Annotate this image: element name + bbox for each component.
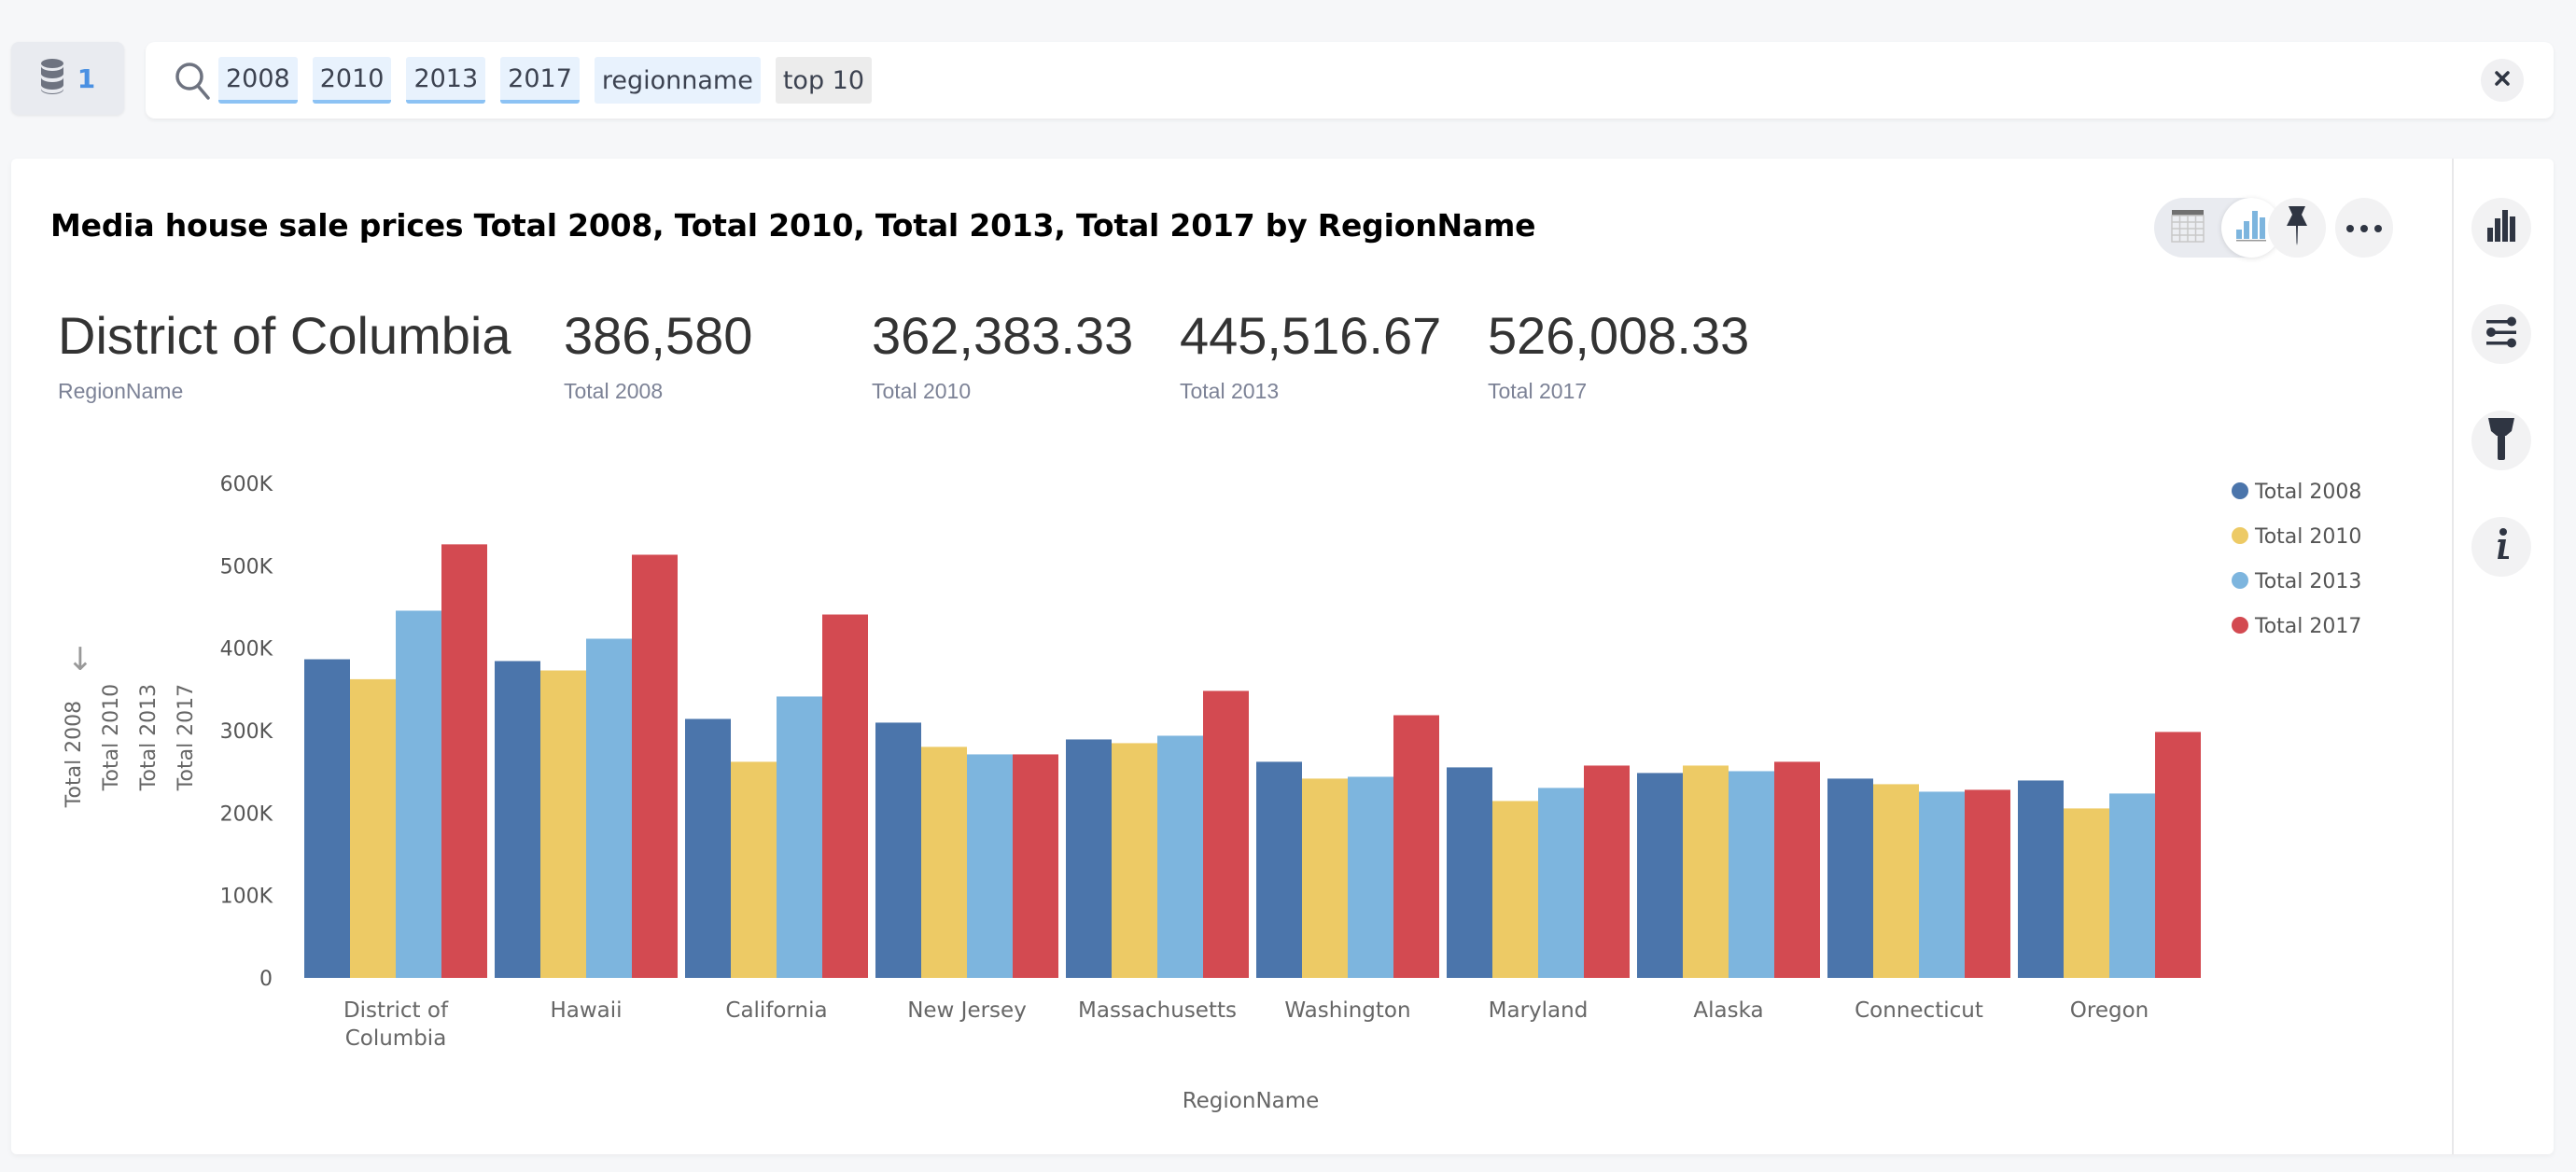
bar	[1965, 789, 2010, 978]
bar	[921, 746, 967, 978]
bar	[2109, 793, 2155, 978]
x-tick-label: Connecticut	[1855, 998, 1983, 1023]
bar	[1256, 761, 1302, 978]
y-tick-label: 100K	[220, 886, 273, 909]
y-tick-label: 500K	[220, 555, 273, 579]
bar	[875, 722, 921, 978]
x-tick-label: Maryland	[1489, 998, 1589, 1023]
bar	[441, 544, 487, 978]
info-icon	[2492, 528, 2511, 565]
bar	[1112, 743, 1157, 978]
bar	[822, 614, 868, 978]
x-tick-label: Hawaii	[550, 998, 622, 1023]
bar	[2155, 732, 2201, 978]
bar	[396, 610, 441, 978]
legend-label: Total 2008	[2254, 481, 2361, 504]
bar	[1729, 771, 1774, 978]
sliders-icon	[2485, 316, 2517, 352]
y-axis-title: Total 2017	[175, 684, 198, 791]
bar	[1827, 778, 1873, 978]
bar	[1393, 715, 1439, 978]
bar-chart: 0 100K 200K 300K 400K 500K 600K Total 2008 Total…	[63, 473, 2361, 1113]
bar	[1637, 773, 1683, 978]
x-tick-label: Columbia	[345, 1026, 447, 1051]
bar	[1447, 767, 1492, 978]
bar	[1157, 735, 1203, 978]
legend-marker	[2232, 482, 2248, 499]
y-axis-title: Total 2013	[137, 684, 161, 791]
info-button[interactable]	[2471, 517, 2531, 577]
bar	[1492, 801, 1538, 978]
y-tick-label: 300K	[220, 720, 273, 744]
bar	[967, 754, 1013, 978]
legend-label: Total 2017	[2254, 615, 2361, 638]
paintbrush-icon	[2487, 417, 2515, 464]
y-tick-label: 600K	[220, 473, 273, 496]
y-tick-label: 0	[259, 968, 273, 991]
x-axis-title: RegionName	[1183, 1089, 1320, 1113]
bar	[304, 659, 350, 978]
bar	[2018, 780, 2064, 978]
bar	[1919, 791, 1965, 978]
x-tick-label: Massachusetts	[1078, 998, 1237, 1023]
legend-marker	[2232, 617, 2248, 634]
bar	[1066, 739, 1112, 978]
legend-marker	[2232, 527, 2248, 544]
configure-button[interactable]	[2471, 304, 2531, 364]
y-axis-title: Total 2010	[100, 684, 123, 791]
bar-chart-icon	[2486, 209, 2516, 246]
bar	[777, 696, 822, 978]
bar	[540, 670, 586, 978]
bar	[1774, 761, 1820, 978]
bar	[1873, 784, 1919, 978]
bar	[1348, 776, 1393, 978]
y-tick-label: 400K	[220, 638, 273, 662]
y-tick-label: 200K	[220, 802, 273, 826]
bar	[1302, 778, 1348, 978]
sort-descending-icon: ↓	[67, 641, 94, 678]
customize-style-button[interactable]	[2471, 411, 2531, 470]
x-tick-label: New Jersey	[907, 998, 1027, 1023]
legend-label: Total 2013	[2254, 570, 2361, 593]
x-tick-label: District of	[343, 998, 449, 1023]
x-tick-label: Washington	[1284, 998, 1410, 1023]
chart-type-button[interactable]	[2471, 198, 2531, 258]
bar	[586, 638, 632, 978]
legend-marker	[2232, 572, 2248, 589]
bar	[731, 761, 777, 978]
x-tick-label: California	[725, 998, 827, 1023]
bar	[1013, 754, 1058, 978]
bar	[2064, 808, 2109, 978]
bar	[632, 554, 678, 978]
y-axis-title: Total 2008	[63, 701, 86, 808]
bar	[1683, 765, 1729, 978]
x-tick-label: Alaska	[1693, 998, 1763, 1023]
x-tick-label: Oregon	[2070, 998, 2149, 1023]
bar	[1584, 765, 1630, 978]
bar	[495, 661, 540, 978]
bar	[1538, 788, 1584, 978]
bar	[1203, 691, 1249, 978]
bar	[350, 678, 396, 978]
bar	[685, 719, 731, 978]
legend-label: Total 2010	[2254, 525, 2361, 549]
